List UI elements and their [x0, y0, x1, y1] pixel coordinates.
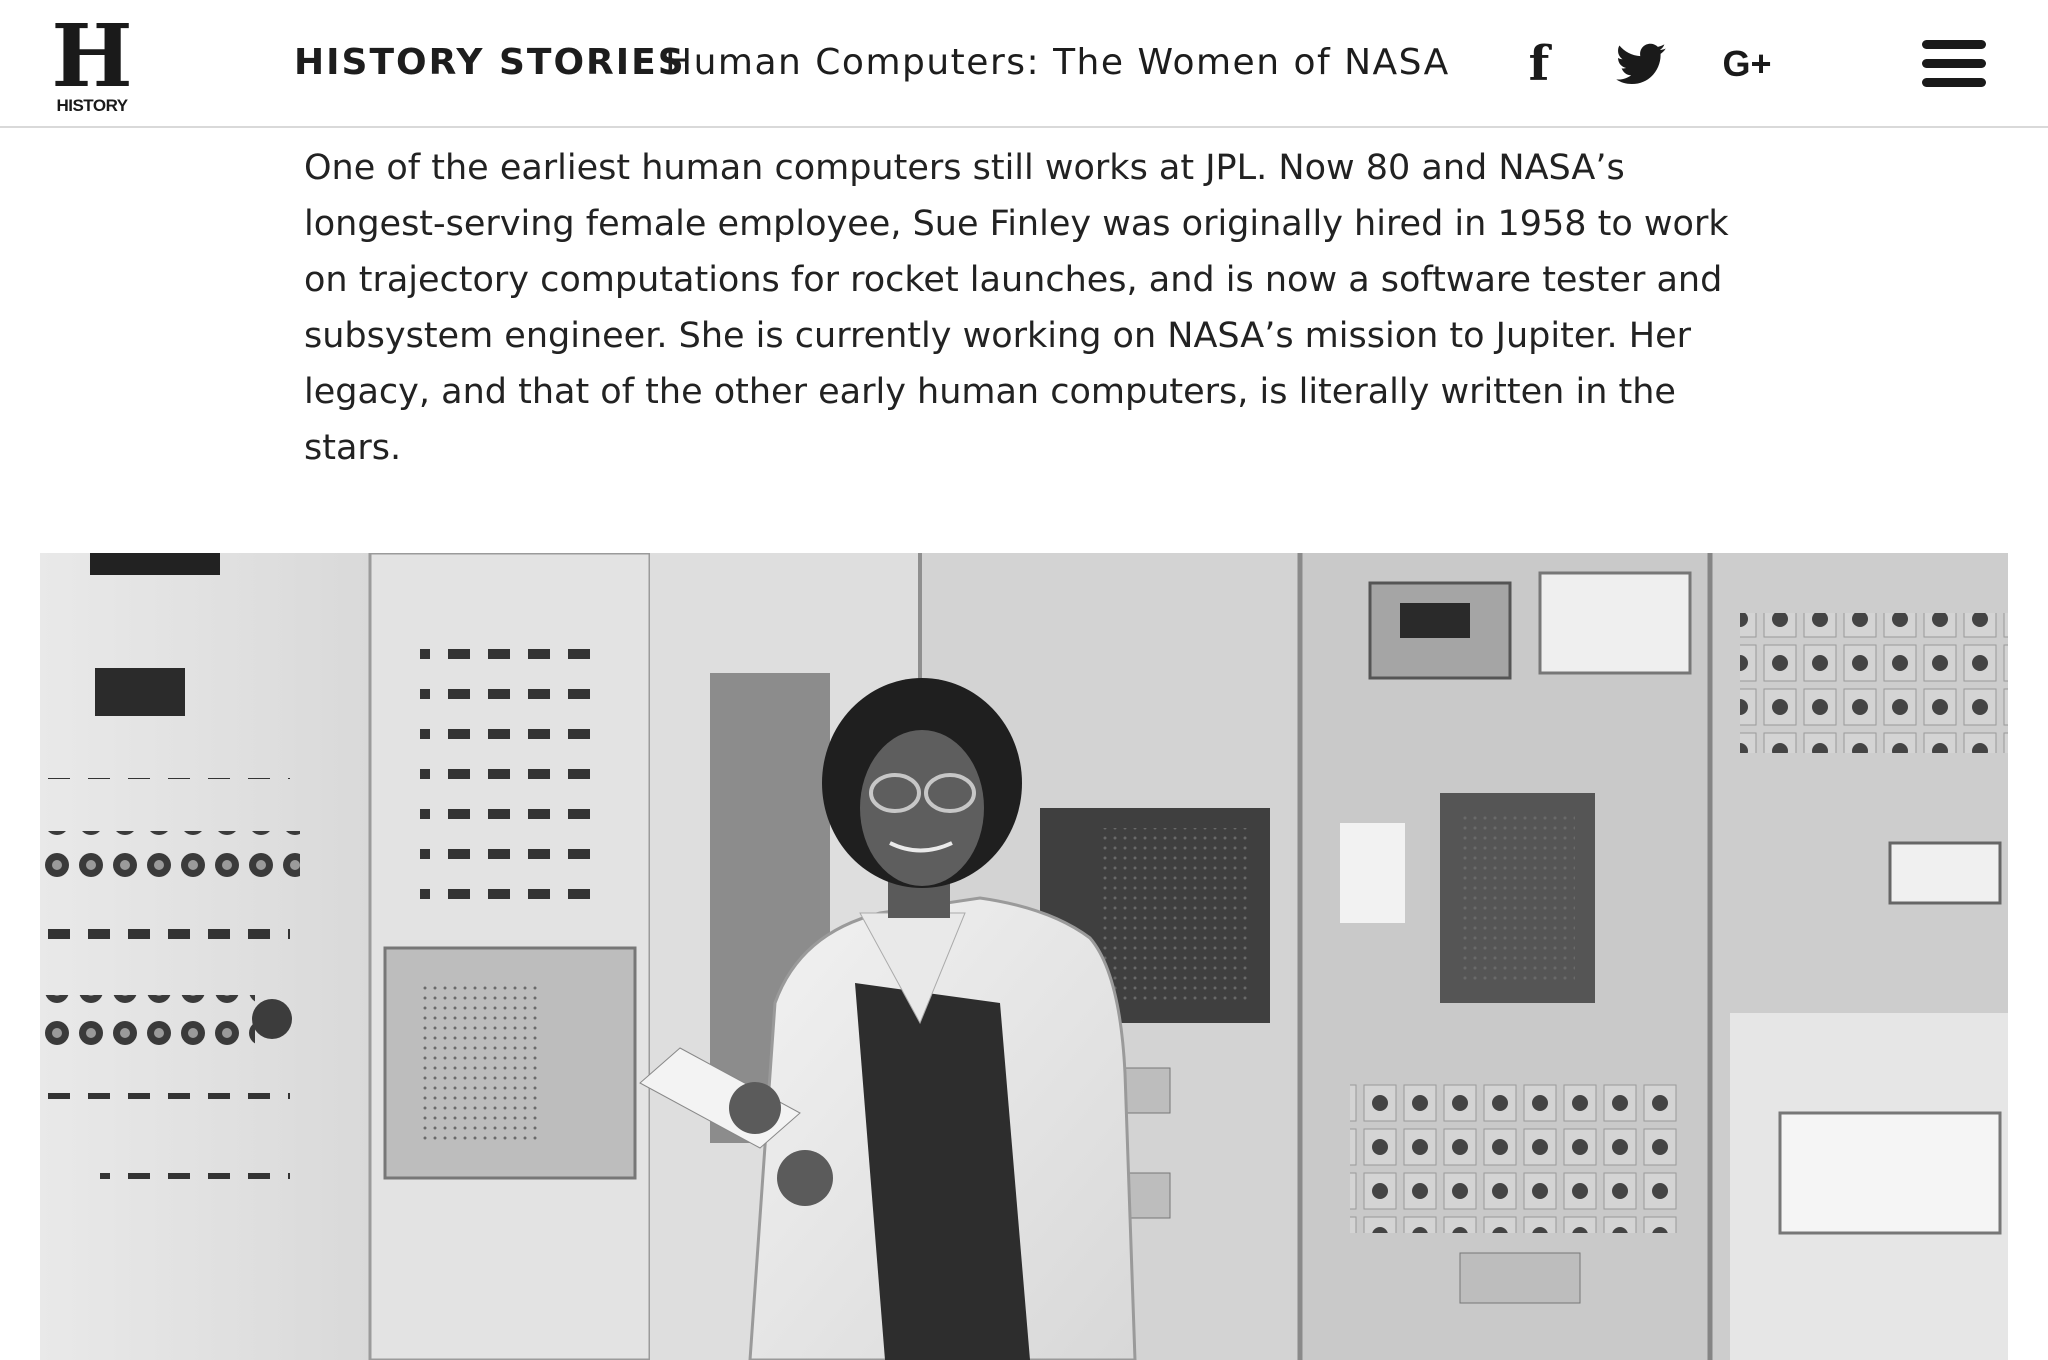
facebook-icon[interactable]: f	[1512, 36, 1566, 92]
logo-h-mark: H	[51, 6, 133, 107]
twitter-icon[interactable]	[1614, 36, 1668, 92]
hamburger-menu-icon[interactable]	[1922, 40, 1986, 88]
article-paragraph: One of the earliest human computers stil…	[304, 148, 1729, 468]
site-header: H HISTORY HISTORY STORIES Human Computer…	[0, 0, 2048, 128]
google-plus-icon[interactable]: G+	[1720, 36, 1774, 92]
article-photo	[40, 553, 2008, 1360]
history-logo[interactable]: H HISTORY	[46, 6, 138, 116]
section-label[interactable]: HISTORY STORIES	[294, 40, 686, 86]
header-article-title: Human Computers: The Women of NASA	[665, 42, 1450, 83]
logo-wordmark: HISTORY	[56, 96, 128, 115]
